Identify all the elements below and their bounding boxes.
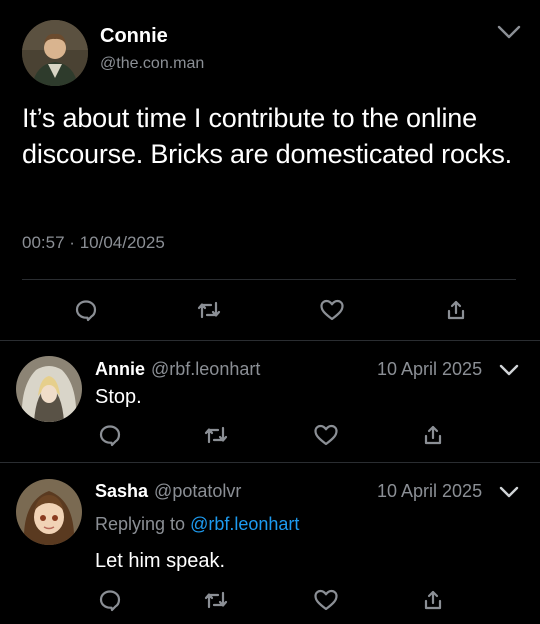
reply-date[interactable]: 10 April 2025 [377,359,482,380]
avatar-sasha[interactable] [16,479,82,545]
author-name[interactable]: Connie [100,25,168,48]
reply-icon[interactable] [98,588,122,612]
share-icon[interactable] [421,423,445,447]
share-icon[interactable] [421,588,445,612]
reply-header: Sasha @potatolvr [95,481,241,502]
reply-header: Annie @rbf.leonhart [95,359,260,380]
reply-text: Stop. [95,386,142,408]
tweet-date: 10/04/2025 [79,233,165,252]
heart-icon[interactable] [313,588,339,612]
retweet-icon[interactable] [203,423,229,447]
reply-icon[interactable] [74,298,98,322]
author-handle[interactable]: @the.con.man [100,55,204,73]
heart-icon[interactable] [319,298,345,322]
divider [0,462,540,463]
retweet-icon[interactable] [203,588,229,612]
reply-icon[interactable] [98,423,122,447]
avatar-annie[interactable] [16,356,82,422]
divider [0,340,540,341]
replying-to-link[interactable]: @rbf.leonhart [190,514,299,534]
divider [22,279,516,280]
avatar-connie[interactable] [22,20,88,86]
replying-to-prefix: Replying to [95,514,186,534]
author-handle[interactable]: @potatolvr [154,481,241,501]
tweet-text: It’s about time I contribute to the onli… [22,103,512,169]
reply-text: Let him speak. [95,550,226,572]
tweet-timestamp[interactable]: 00:57 · 10/04/2025 [22,233,165,253]
chevron-down-icon[interactable] [498,361,520,379]
author-handle[interactable]: @rbf.leonhart [151,359,260,379]
reply-date[interactable]: 10 April 2025 [377,481,482,502]
chevron-down-icon[interactable] [498,483,520,501]
heart-icon[interactable] [313,423,339,447]
timestamp-separator: · [69,233,75,252]
retweet-icon[interactable] [196,298,222,322]
tweet-time: 00:57 [22,233,65,252]
author-name[interactable]: Annie [95,359,145,379]
author-name[interactable]: Sasha [95,481,148,501]
chevron-down-icon[interactable] [496,22,522,42]
replying-to: Replying to @rbf.leonhart [95,514,299,535]
share-icon[interactable] [444,298,468,322]
